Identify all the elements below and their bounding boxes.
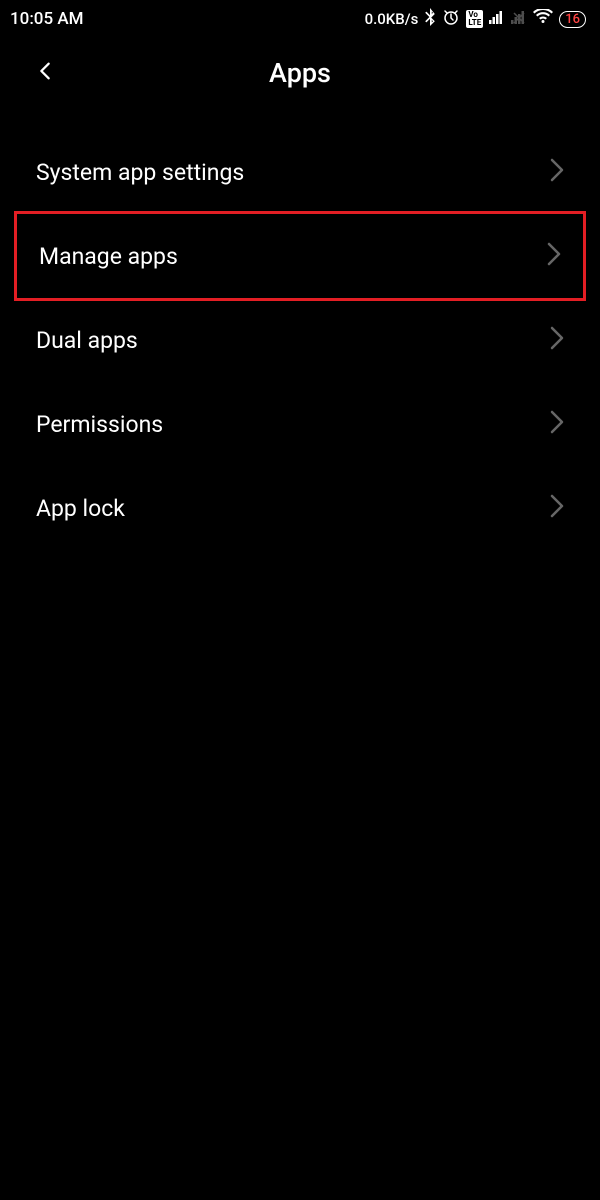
menu-item-system-app-settings[interactable]: System app settings: [0, 130, 600, 214]
chevron-right-icon: [550, 410, 564, 438]
battery-icon: 16: [559, 11, 586, 28]
bluetooth-icon: [424, 8, 436, 30]
data-rate: 0.0KB/s: [365, 10, 419, 28]
menu-list: System app settings Manage apps Dual app…: [0, 110, 600, 570]
signal-icon-1: [489, 10, 505, 28]
menu-item-dual-apps[interactable]: Dual apps: [0, 298, 600, 382]
menu-item-app-lock[interactable]: App lock: [0, 466, 600, 550]
menu-label: Dual apps: [36, 327, 138, 354]
back-button[interactable]: [20, 60, 56, 86]
volte-icon: VoLTE: [466, 10, 483, 28]
menu-item-permissions[interactable]: Permissions: [0, 382, 600, 466]
chevron-right-icon: [550, 158, 564, 186]
menu-label: Manage apps: [39, 243, 178, 270]
status-bar: 10:05 AM 0.0KB/s VoLTE 16: [0, 0, 600, 36]
wifi-icon: [533, 9, 553, 29]
chevron-right-icon: [547, 242, 561, 270]
menu-label: Permissions: [36, 411, 163, 438]
menu-label: System app settings: [36, 159, 244, 186]
chevron-right-icon: [550, 326, 564, 354]
signal-icon-2: [511, 10, 527, 28]
page-title: Apps: [269, 57, 331, 89]
alarm-icon: [442, 8, 460, 30]
chevron-right-icon: [550, 494, 564, 522]
menu-item-manage-apps[interactable]: Manage apps: [14, 211, 586, 301]
menu-label: App lock: [36, 495, 125, 522]
status-indicators: 0.0KB/s VoLTE 16: [365, 8, 586, 30]
status-time: 10:05 AM: [10, 9, 84, 29]
app-header: Apps: [0, 36, 600, 110]
